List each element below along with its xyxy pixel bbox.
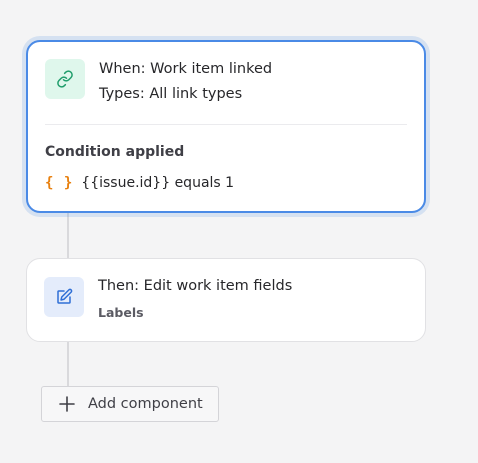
condition-row: { } {{issue.id}} equals 1	[45, 175, 234, 191]
trigger-subtitle: Types: All link types	[99, 86, 243, 102]
edit-icon	[44, 277, 84, 317]
trigger-card[interactable]: When: Work item linked Types: All link t…	[26, 40, 426, 213]
action-card[interactable]: Then: Edit work item fields Labels	[26, 258, 426, 342]
plus-icon	[58, 395, 76, 413]
condition-text: {{issue.id}} equals 1	[81, 175, 235, 191]
add-component-label: Add component	[88, 396, 203, 412]
braces-icon: { }	[45, 175, 74, 191]
action-title: Then: Edit work item fields	[98, 278, 293, 294]
link-icon	[45, 59, 85, 99]
connector-line	[67, 341, 69, 387]
trigger-title: When: Work item linked	[99, 61, 273, 77]
condition-title: Condition applied	[45, 144, 185, 160]
connector-line	[67, 212, 69, 258]
action-subtitle: Labels	[98, 305, 144, 320]
divider	[45, 124, 407, 125]
add-component-button[interactable]: Add component	[41, 386, 219, 422]
